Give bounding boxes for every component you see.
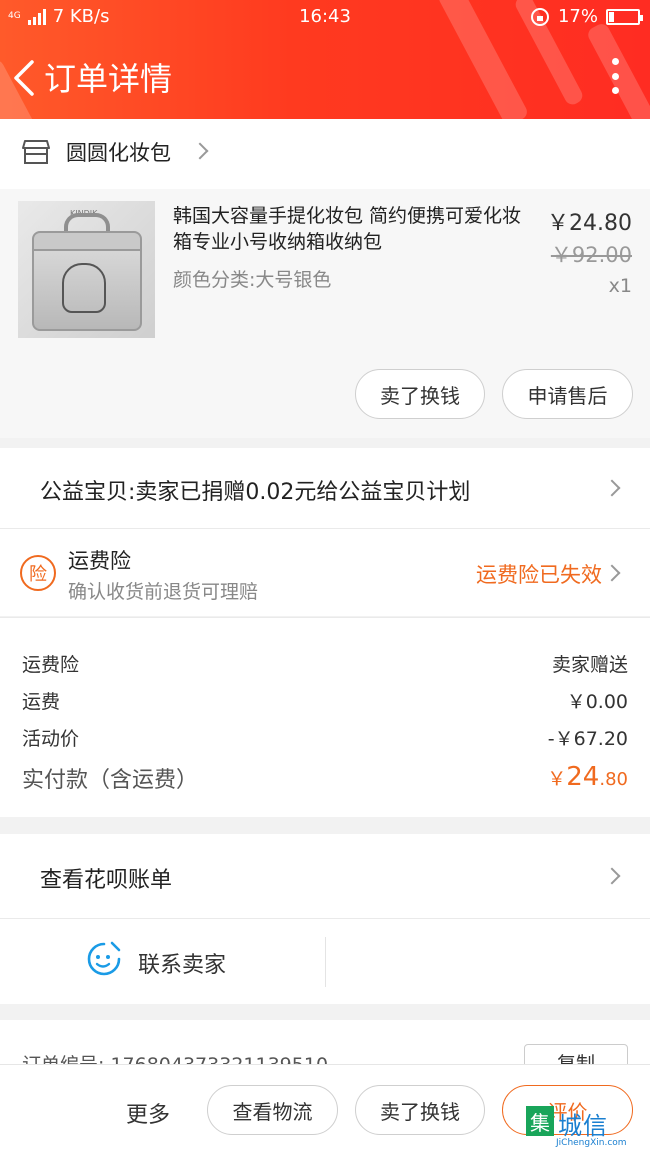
watermark-domain: JiChengXin.com xyxy=(556,1138,627,1148)
page-title: 订单详情 xyxy=(44,60,173,98)
battery-percent: 17% xyxy=(557,6,598,27)
fee-row-discount: 活动价 -￥67.20 xyxy=(22,724,628,752)
more-vertical-icon[interactable] xyxy=(610,58,620,94)
view-logistics-button[interactable]: 查看物流 xyxy=(207,1085,338,1135)
navigation-bar: 订单详情 xyxy=(0,40,650,112)
shop-name: 圆圆化妆包 xyxy=(66,141,171,165)
product-card: KINDIK 韩国大容量手提化妆包 简约便携可爱化妆箱专业小号收纳箱收纳包 颜色… xyxy=(0,189,650,438)
divider xyxy=(325,937,326,987)
sell-button[interactable]: 卖了换钱 xyxy=(355,369,485,419)
fee-row-shipping: 运费 ￥0.00 xyxy=(22,687,628,715)
charity-row[interactable]: 公益宝贝:卖家已捐赠0.02元给公益宝贝计划 xyxy=(0,448,650,528)
fee-label: 运费险 xyxy=(22,654,80,676)
after-sales-button[interactable]: 申请售后 xyxy=(502,369,633,419)
watermark-logo-mark: 集 xyxy=(526,1106,554,1136)
insurance-status: 运费险已失效 xyxy=(476,563,602,587)
product-original-price: ￥92.00 xyxy=(550,243,632,267)
fee-row-insurance: 运费险 卖家赠送 xyxy=(22,650,628,678)
chevron-right-icon xyxy=(191,142,209,160)
shipping-insurance-row[interactable]: 险 运费险 确认收货前退货可理赔 运费险已失效 xyxy=(0,528,650,616)
paid-integer: 24 xyxy=(566,762,600,792)
huabei-bill-row[interactable]: 查看花呗账单 xyxy=(0,834,650,918)
more-button[interactable]: 更多 xyxy=(126,1097,170,1129)
shop-row[interactable]: 圆圆化妆包 xyxy=(0,119,650,189)
sell-button[interactable]: 卖了换钱 xyxy=(355,1085,485,1135)
fee-value: ￥0.00 xyxy=(566,691,628,713)
insurance-icon: 险 xyxy=(20,555,56,591)
chat-face-icon xyxy=(87,941,121,976)
paid-currency: ￥ xyxy=(547,768,567,790)
charity-text: 公益宝贝:卖家已捐赠0.02元给公益宝贝计划 xyxy=(40,480,471,505)
watermark-text: 城信 xyxy=(558,1112,608,1140)
store-icon xyxy=(22,140,50,164)
paid-amount: ￥24.80 xyxy=(547,762,628,792)
chevron-right-icon xyxy=(603,867,621,885)
watermark-logo: 集 城信 JiChengXin.com xyxy=(526,1106,646,1150)
insurance-subtitle: 确认收货前退货可理赔 xyxy=(68,581,259,603)
contact-section: 联系卖家 xyxy=(0,918,650,1004)
product-quantity: x1 xyxy=(608,275,632,297)
battery-icon xyxy=(606,8,643,25)
paid-label: 实付款（含运费） xyxy=(22,768,199,793)
insurance-title: 运费险 xyxy=(68,549,131,573)
rotation-lock-icon xyxy=(530,7,549,26)
fee-value: 卖家赠送 xyxy=(551,654,628,676)
product-title[interactable]: 韩国大容量手提化妆包 简约便携可爱化妆箱专业小号收纳箱收纳包 xyxy=(173,203,533,255)
fee-label: 运费 xyxy=(22,691,61,713)
chevron-right-icon xyxy=(603,479,621,497)
status-bar: 4G 7 KB/s 16:43 17% xyxy=(0,0,650,34)
header-bar: 4G 7 KB/s 16:43 17% 订单详情 xyxy=(0,0,650,119)
product-image[interactable]: KINDIK xyxy=(18,201,155,338)
chevron-right-icon xyxy=(603,564,621,582)
huabei-label: 查看花呗账单 xyxy=(40,868,173,893)
contact-seller-button[interactable]: 联系卖家 xyxy=(138,947,226,979)
product-price: ￥24.80 xyxy=(547,211,632,236)
fee-row-paid: 实付款（含运费） ￥24.80 xyxy=(22,762,628,796)
fee-value: -￥67.20 xyxy=(547,728,628,750)
order-number-row: 订单编号: 1768043733211395​10 复制 xyxy=(0,1020,650,1070)
fee-label: 活动价 xyxy=(22,728,80,750)
fee-summary: 运费险 卖家赠送 运费 ￥0.00 活动价 -￥67.20 实付款（含运费） ￥… xyxy=(0,617,650,817)
chevron-left-icon[interactable] xyxy=(10,58,38,98)
product-spec: 颜色分类:大号银色 xyxy=(173,269,332,291)
paid-decimal: .80 xyxy=(599,769,628,790)
